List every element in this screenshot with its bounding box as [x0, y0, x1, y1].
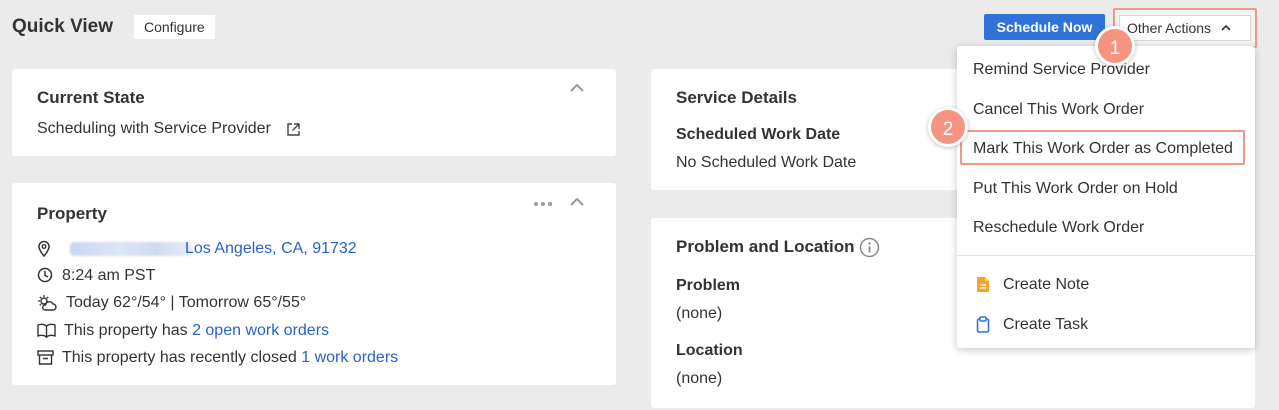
open-orders-prefix: This property has [64, 322, 188, 339]
property-title: Property [37, 204, 107, 223]
menu-item-put-on-hold[interactable]: Put This Work Order on Hold [973, 180, 1178, 198]
problem-location-title: Problem and Location [676, 237, 855, 256]
scheduled-work-date-label: Scheduled Work Date [676, 126, 841, 143]
clipboard-icon [976, 316, 990, 333]
page-title: Quick View [12, 16, 114, 37]
scheduled-work-date-value: No Scheduled Work Date [676, 154, 857, 171]
location-label: Location [676, 342, 743, 359]
clock-icon [37, 267, 53, 283]
redacted-street-address [70, 242, 192, 256]
step-badge-2: 2 [928, 107, 968, 147]
current-state-value: Scheduling with Service Provider [37, 120, 271, 137]
other-actions-label: Other Actions [1127, 20, 1212, 36]
info-icon[interactable] [859, 237, 880, 258]
property-card: Property Los Angeles, CA, 91732 8:24 am … [12, 183, 616, 385]
other-actions-button[interactable]: Other Actions [1119, 15, 1251, 41]
other-actions-dropdown: Remind Service Provider Cancel This Work… [957, 46, 1255, 348]
step-badge-1: 1 [1095, 26, 1135, 66]
current-state-title: Current State [37, 88, 145, 107]
open-orders-text: This property has 2 open work orders [64, 322, 329, 340]
closed-orders-text: This property has recently closed 1 work… [62, 349, 398, 367]
menu-item-create-task[interactable]: Create Task [1003, 316, 1088, 334]
current-state-card: Current State Scheduling with Service Pr… [12, 69, 616, 156]
book-icon [37, 323, 56, 338]
problem-label: Problem [676, 277, 741, 294]
weather-icon [38, 295, 57, 311]
menu-item-mark-completed[interactable]: Mark This Work Order as Completed [973, 140, 1233, 158]
archive-icon [37, 350, 54, 365]
open-orders-link[interactable]: 2 open work orders [192, 322, 329, 339]
schedule-now-button[interactable]: Schedule Now [984, 14, 1105, 40]
problem-value: (none) [676, 305, 723, 322]
closed-orders-prefix: This property has recently closed [62, 349, 297, 366]
collapse-chevron-icon[interactable] [569, 196, 585, 208]
property-weather: Today 62°/54° | Tomorrow 65°/55° [66, 294, 307, 311]
menu-item-create-note[interactable]: Create Note [1003, 276, 1089, 294]
menu-item-reschedule[interactable]: Reschedule Work Order [973, 219, 1144, 237]
menu-item-cancel-work-order[interactable]: Cancel This Work Order [973, 101, 1144, 119]
note-icon [977, 277, 989, 292]
location-value: (none) [676, 370, 723, 387]
service-details-title: Service Details [676, 88, 797, 107]
property-address-link[interactable]: Los Angeles, CA, 91732 [185, 240, 357, 258]
closed-orders-link[interactable]: 1 work orders [301, 349, 398, 366]
property-local-time: 8:24 am PST [62, 267, 156, 284]
collapse-chevron-icon[interactable] [569, 82, 585, 94]
location-pin-icon [38, 240, 50, 257]
configure-button[interactable]: Configure [134, 15, 215, 39]
chevron-up-icon [1221, 24, 1231, 31]
menu-divider [957, 255, 1255, 256]
more-options-icon[interactable] [533, 200, 553, 208]
external-link-icon[interactable] [286, 122, 301, 137]
